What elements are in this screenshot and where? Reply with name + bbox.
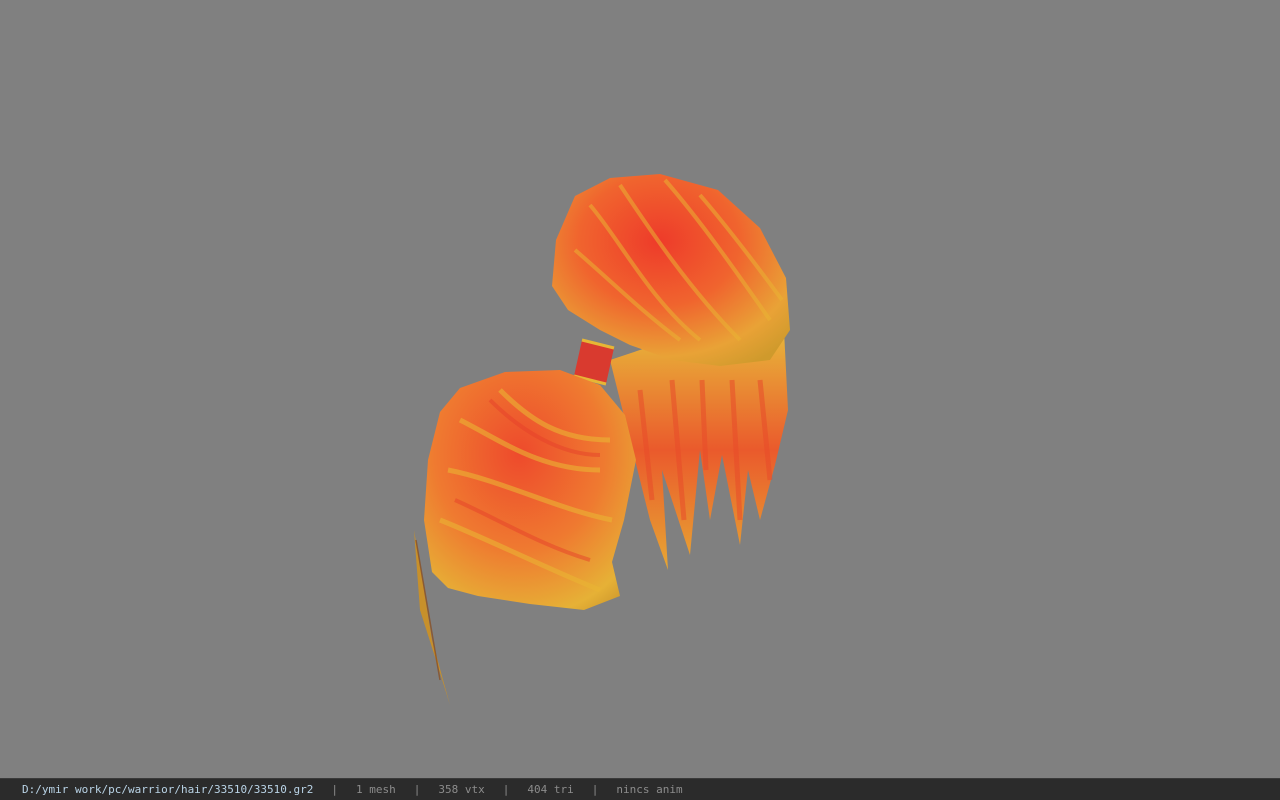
triangle-count: 404 tri bbox=[527, 783, 574, 796]
file-path: D:/ymir work/pc/warrior/hair/33510/33510… bbox=[22, 783, 314, 796]
status-bar: D:/ymir work/pc/warrior/hair/33510/33510… bbox=[0, 778, 1280, 800]
separator: | bbox=[413, 783, 421, 796]
upper-bun bbox=[552, 174, 790, 366]
hair-tie bbox=[573, 338, 615, 386]
animation-status: nincs anim bbox=[616, 783, 683, 796]
separator: | bbox=[502, 783, 510, 796]
lower-bun bbox=[424, 370, 636, 610]
vertex-count: 358 vtx bbox=[438, 783, 485, 796]
model-render bbox=[414, 174, 790, 705]
mesh-count: 1 mesh bbox=[356, 783, 396, 796]
3d-viewport[interactable] bbox=[0, 0, 1280, 778]
hair-strands bbox=[610, 330, 788, 570]
separator: | bbox=[591, 783, 599, 796]
separator: | bbox=[331, 783, 339, 796]
